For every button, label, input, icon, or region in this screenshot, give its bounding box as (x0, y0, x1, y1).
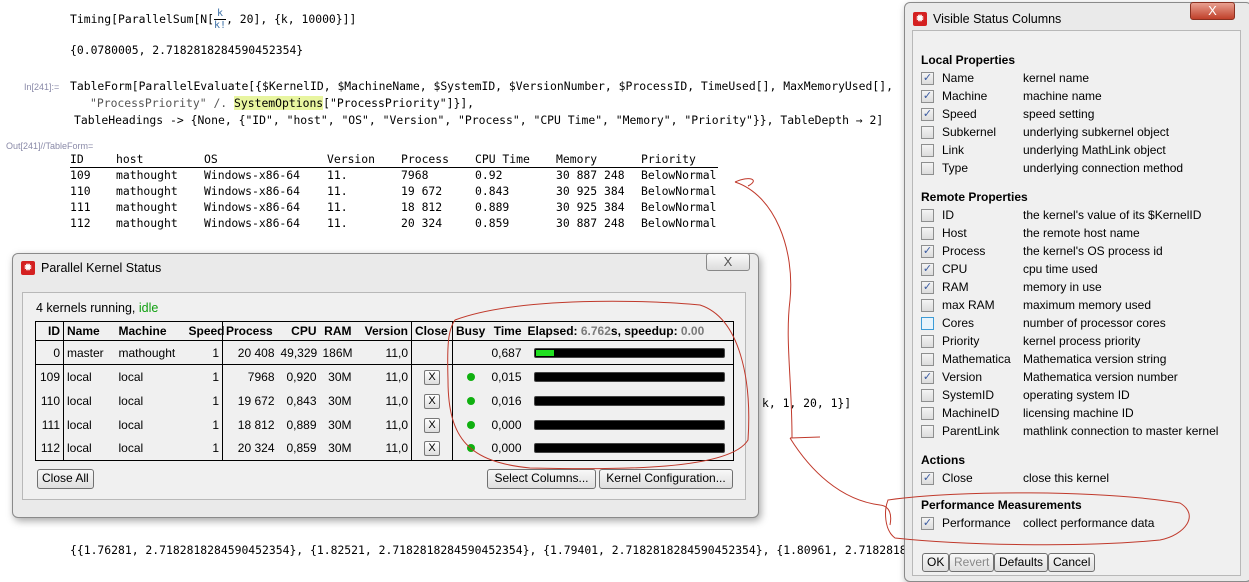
annotation-overlay (447, 178, 1190, 546)
annotation-arrow-to-table (734, 178, 793, 439)
annotation-circle-performance (885, 492, 1190, 546)
annotation-arrow-from-panel (789, 436, 892, 526)
annotation-circle-performance-columns (447, 300, 750, 470)
